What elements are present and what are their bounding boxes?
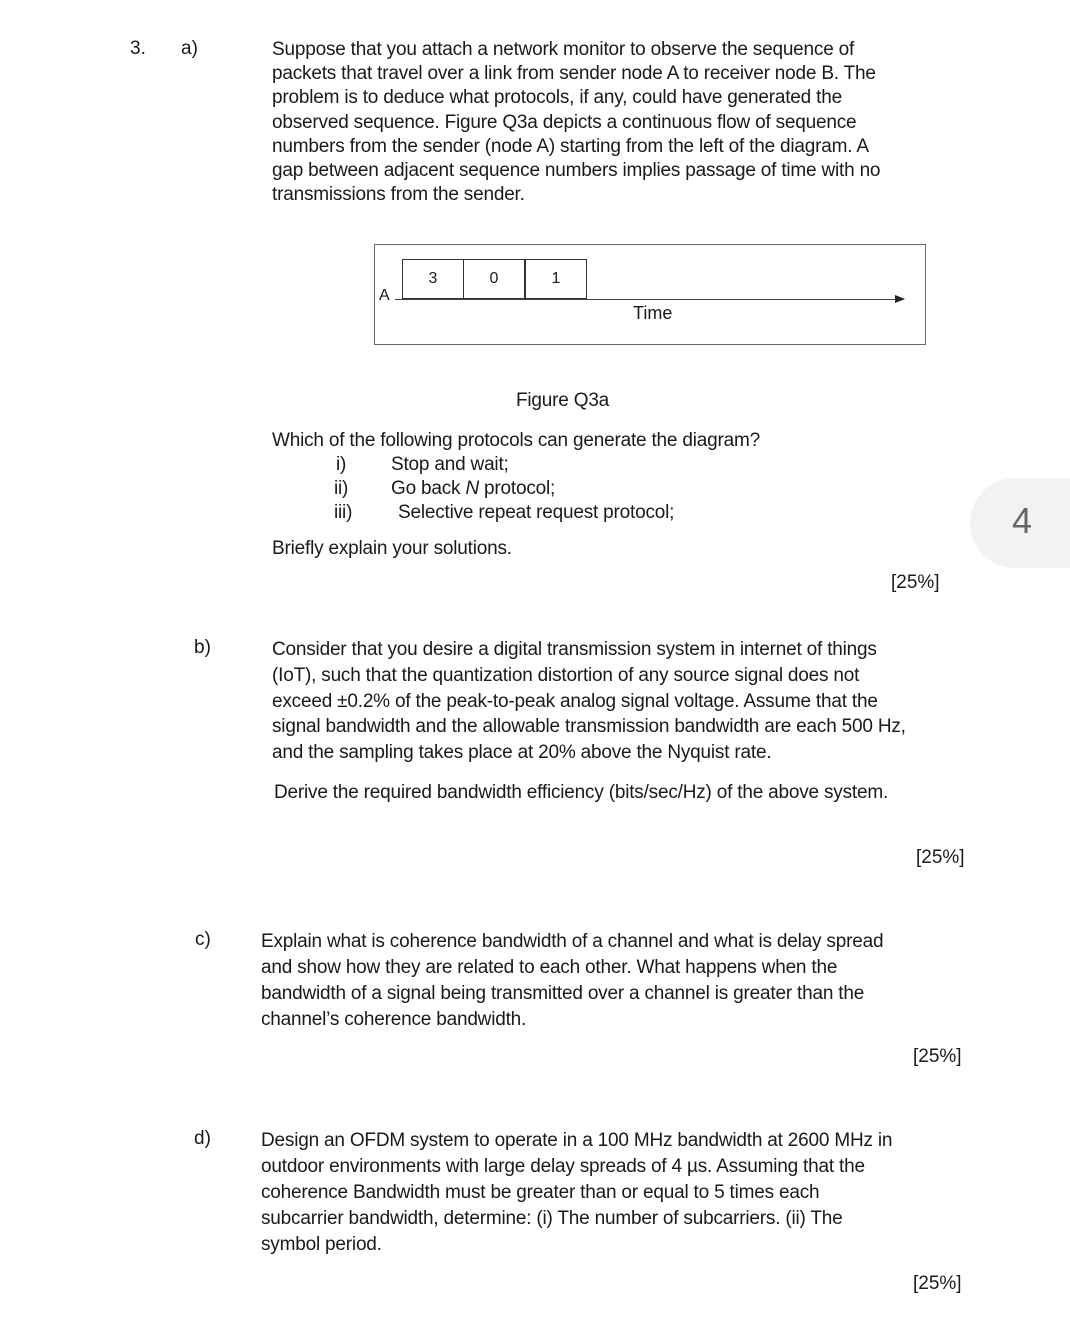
text-line: coherence Bandwidth must be greater than… xyxy=(261,1182,820,1203)
text-line: packets that travel over a link from sen… xyxy=(272,63,876,85)
text-line: gap between adjacent sequence numbers im… xyxy=(272,160,881,182)
option-number: ii) xyxy=(334,478,349,499)
text-line: and the sampling takes place at 20% abov… xyxy=(272,742,772,764)
text-line: exceed ±0.2% of the peak-to-peak analog … xyxy=(272,690,878,712)
part-d-label: d) xyxy=(194,1128,211,1149)
part-b-task: Derive the required bandwidth efficiency… xyxy=(274,782,889,803)
part-a-prompt: Which of the following protocols can gen… xyxy=(272,430,760,451)
frame-box: 1 xyxy=(525,259,587,299)
frame-box: 0 xyxy=(463,259,525,299)
part-b-weight: [25%] xyxy=(916,847,965,868)
option-text: Stop and wait; xyxy=(391,454,509,475)
text-line: signal bandwidth and the allowable trans… xyxy=(272,716,906,738)
figure-caption: Figure Q3a xyxy=(516,390,610,411)
text-line: subcarrier bandwidth, determine: (i) The… xyxy=(261,1208,843,1229)
text-line: and show how they are related to each ot… xyxy=(261,957,838,978)
text-line: problem is to deduce what protocols, if … xyxy=(272,87,842,109)
part-c-text: Explain what is coherence bandwidth of a… xyxy=(261,929,981,1033)
text-line: numbers from the sender (node A) startin… xyxy=(272,135,869,157)
text-line: Explain what is coherence bandwidth of a… xyxy=(261,931,884,952)
text-line: (IoT), such that the quantization distor… xyxy=(272,664,860,686)
part-d-text: Design an OFDM system to operate in a 10… xyxy=(261,1128,981,1258)
part-a-weight: [25%] xyxy=(891,572,940,593)
option-text-part: protocol; xyxy=(478,478,556,499)
text-line: symbol period. xyxy=(261,1234,382,1255)
node-a-label: A xyxy=(379,287,390,304)
options-list: i) Stop and wait; ii) Go back N protocol… xyxy=(0,453,900,528)
text-line: bandwidth of a signal being transmitted … xyxy=(261,983,865,1004)
frame-box: 3 xyxy=(402,259,464,299)
option-text: Go back N protocol; xyxy=(391,477,555,501)
option-text-part: Go back xyxy=(391,478,466,499)
part-d-weight: [25%] xyxy=(913,1273,962,1294)
text-line: Suppose that you attach a network monito… xyxy=(272,39,855,60)
option-number: iii) xyxy=(334,502,353,523)
arrow-head-icon xyxy=(895,295,905,303)
text-line: Consider that you desire a digital trans… xyxy=(272,639,877,660)
part-a-text: Suppose that you attach a network monito… xyxy=(272,38,962,207)
page-number: 4 xyxy=(1012,500,1033,541)
text-line: channel’s coherence bandwidth. xyxy=(261,1009,527,1030)
text-line: Design an OFDM system to operate in a 10… xyxy=(261,1130,893,1151)
option-text-italic: N xyxy=(465,478,479,499)
part-b-label: b) xyxy=(194,637,211,658)
text-line: outdoor environments with large delay sp… xyxy=(261,1156,865,1177)
option-number: i) xyxy=(336,454,347,475)
figure-q3a: A 3 0 1 Time xyxy=(374,244,926,345)
part-a-instruction: Briefly explain your solutions. xyxy=(272,538,512,559)
option-text: Selective repeat request protocol; xyxy=(398,502,675,523)
part-a-label: a) xyxy=(181,38,198,59)
part-b-text: Consider that you desire a digital trans… xyxy=(272,637,992,766)
part-c-weight: [25%] xyxy=(913,1046,962,1067)
time-axis xyxy=(395,299,903,300)
text-line: transmissions from the sender. xyxy=(272,184,525,206)
time-axis-label: Time xyxy=(633,303,673,323)
text-line: observed sequence. Figure Q3a depicts a … xyxy=(272,111,857,133)
question-number: 3. xyxy=(130,38,146,59)
part-c-label: c) xyxy=(195,929,211,950)
